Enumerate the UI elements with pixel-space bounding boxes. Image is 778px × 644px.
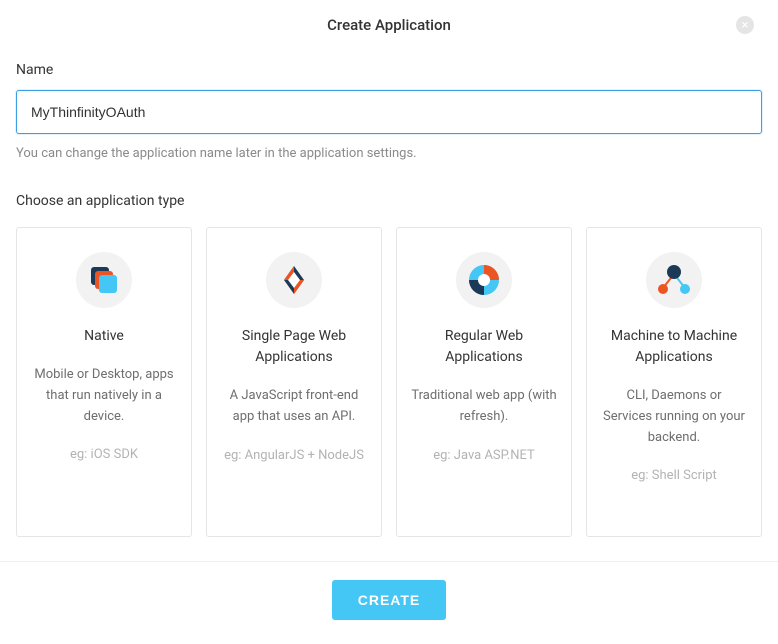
native-icon xyxy=(76,252,132,308)
card-desc: A JavaScript front-end app that uses an … xyxy=(221,386,367,428)
card-example: eg: Shell Script xyxy=(601,466,747,487)
card-example: eg: AngularJS + NodeJS xyxy=(221,446,367,467)
card-desc: Mobile or Desktop, apps that run nativel… xyxy=(31,365,177,427)
card-title: Single Page Web Applications xyxy=(221,326,367,368)
spa-icon xyxy=(266,252,322,308)
card-title: Native xyxy=(31,326,177,347)
card-example: eg: iOS SDK xyxy=(31,445,177,466)
app-type-spa[interactable]: Single Page Web Applications A JavaScrip… xyxy=(206,227,382,537)
m2m-icon xyxy=(646,252,702,308)
close-icon: × xyxy=(742,19,749,32)
card-desc: Traditional web app (with refresh). xyxy=(411,386,557,428)
card-desc: CLI, Daemons or Services running on your… xyxy=(601,386,747,448)
app-type-regular[interactable]: Regular Web Applications Traditional web… xyxy=(396,227,572,537)
modal-header: Create Application × xyxy=(16,16,762,34)
name-input[interactable] xyxy=(16,90,762,134)
type-section-label: Choose an application type xyxy=(16,193,762,209)
name-help-text: You can change the application name late… xyxy=(16,146,762,161)
regular-web-icon xyxy=(456,252,512,308)
modal-title: Create Application xyxy=(16,16,762,34)
close-button[interactable]: × xyxy=(736,16,754,34)
name-label: Name xyxy=(16,62,762,78)
card-title: Regular Web Applications xyxy=(411,326,557,368)
app-type-m2m[interactable]: Machine to Machine Applications CLI, Dae… xyxy=(586,227,762,537)
card-example: eg: Java ASP.NET xyxy=(411,446,557,467)
app-type-native[interactable]: Native Mobile or Desktop, apps that run … xyxy=(16,227,192,537)
create-application-modal: Create Application × Name You can change… xyxy=(0,0,778,537)
card-title: Machine to Machine Applications xyxy=(601,326,747,368)
app-type-cards: Native Mobile or Desktop, apps that run … xyxy=(16,227,762,537)
modal-footer: CREATE xyxy=(0,561,778,638)
create-button[interactable]: CREATE xyxy=(332,580,447,620)
